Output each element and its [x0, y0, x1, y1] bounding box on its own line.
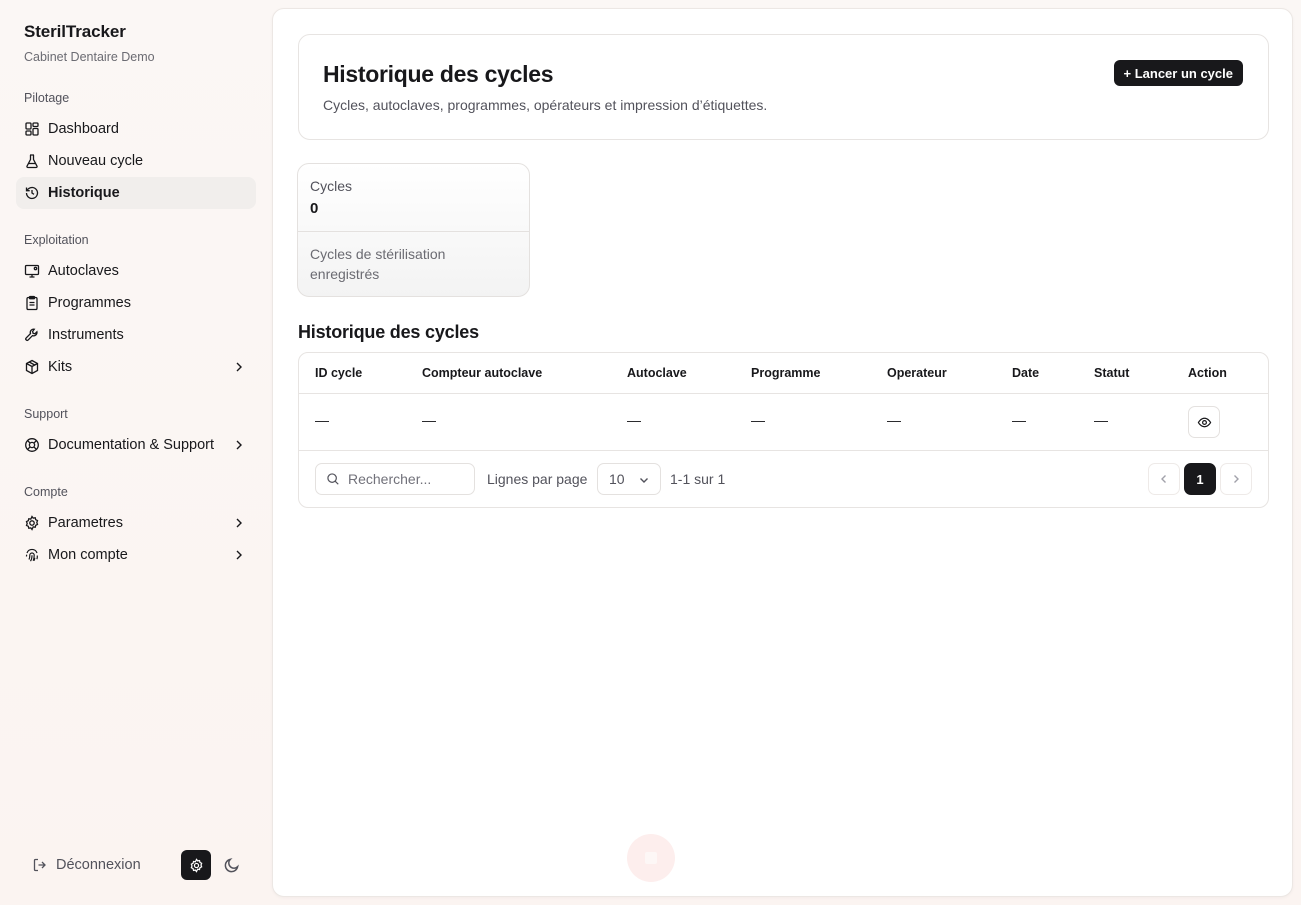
- sidebar-item-instruments[interactable]: Instruments: [16, 319, 256, 351]
- sidebar-item-autoclaves[interactable]: Autoclaves: [16, 255, 256, 287]
- chevron-left-icon: [1161, 475, 1166, 483]
- table-cell: —: [422, 412, 436, 428]
- gear-icon: [24, 515, 40, 531]
- chevron-down-icon: [640, 478, 648, 483]
- page-button-current[interactable]: 1: [1184, 463, 1216, 495]
- eye-icon: [1197, 417, 1211, 427]
- column-header[interactable]: Autoclave: [627, 366, 687, 380]
- sidebar-item-label: Nouveau cycle: [48, 153, 144, 169]
- logout-label: Déconnexion: [56, 857, 141, 873]
- previous-page-button[interactable]: [1148, 463, 1180, 495]
- pagination-range: 1-1 sur 1: [670, 471, 726, 487]
- rows-per-page-value: 10: [609, 471, 625, 487]
- column-header[interactable]: ID cycle: [315, 366, 362, 380]
- monitor-icon: [24, 263, 40, 279]
- sidebar-item-programmes[interactable]: Programmes: [16, 287, 256, 319]
- table-cell: —: [1012, 412, 1026, 428]
- sidebar-item-label: Mon compte: [48, 547, 128, 563]
- clipboard-icon: [24, 295, 40, 311]
- nav-group-label: Pilotage: [24, 91, 70, 105]
- nav-group-label: Exploitation: [24, 233, 89, 247]
- sidebar-item-label: Parametres: [48, 515, 123, 531]
- sidebar-item-dashboard[interactable]: Dashboard: [16, 113, 256, 145]
- chevron-right-icon: [236, 550, 242, 560]
- column-header[interactable]: Operateur: [887, 366, 947, 380]
- view-cycle-button[interactable]: [1188, 406, 1220, 438]
- cycles-stat-card: Cycles 0 Cycles de stérilisation enregis…: [297, 163, 530, 297]
- sidebar-item-nouveau-cycle[interactable]: Nouveau cycle: [16, 145, 256, 177]
- stat-value: 0: [310, 200, 319, 217]
- table-cell: —: [887, 412, 901, 428]
- sidebar-item-label: Kits: [48, 359, 73, 375]
- search-field[interactable]: [315, 463, 475, 495]
- main-panel: Historique des cycles Cycles, autoclaves…: [272, 8, 1293, 897]
- sidebar-item-label: Autoclaves: [48, 263, 119, 279]
- chevron-right-icon: [236, 518, 242, 528]
- column-header[interactable]: Programme: [751, 366, 820, 380]
- table-cell: —: [751, 412, 765, 428]
- sidebar-footer: Déconnexion: [16, 849, 256, 881]
- sidebar-item-label: Dashboard: [48, 121, 119, 137]
- settings-button[interactable]: [181, 850, 211, 880]
- search-input[interactable]: [348, 471, 458, 487]
- sidebar-item-label: Instruments: [48, 327, 124, 343]
- app-name: SterilTracker: [24, 22, 126, 41]
- sidebar-item-parametres[interactable]: Parametres: [16, 507, 256, 539]
- sidebar-item-label: Programmes: [48, 295, 131, 311]
- sidebar-item-historique[interactable]: Historique: [16, 177, 256, 209]
- stat-card-top: Cycles 0: [298, 164, 529, 232]
- flask-icon: [24, 153, 40, 169]
- table-cell: —: [627, 412, 641, 428]
- table-cell: —: [1094, 412, 1108, 428]
- logout-icon: [33, 858, 46, 872]
- logout-button[interactable]: Déconnexion: [16, 857, 141, 873]
- floating-record-button[interactable]: [627, 834, 675, 882]
- launch-cycle-button[interactable]: + Lancer un cycle: [1113, 60, 1243, 86]
- cycles-table: ID cycle Compteur autoclave Autoclave Pr…: [298, 352, 1269, 508]
- rows-per-page-select[interactable]: 10: [597, 463, 661, 495]
- nav-group-label: Support: [24, 407, 68, 421]
- page-title: Historique des cycles: [323, 61, 554, 87]
- column-header[interactable]: Statut: [1094, 366, 1129, 380]
- package-icon: [24, 359, 40, 375]
- wrench-icon: [24, 327, 40, 343]
- column-header: Action: [1188, 366, 1227, 380]
- sidebar-item-label: Historique: [48, 185, 120, 201]
- stat-description: Cycles de stérilisation enregistrés: [310, 246, 446, 282]
- column-header[interactable]: Date: [1012, 366, 1039, 380]
- dashboard-icon: [24, 121, 40, 137]
- page-subtitle: Cycles, autoclaves, programmes, opérateu…: [323, 97, 768, 113]
- section-title: Historique des cycles: [298, 322, 479, 342]
- next-page-button[interactable]: [1220, 463, 1252, 495]
- chevron-right-icon: [1234, 475, 1239, 483]
- stop-square-icon: [645, 852, 657, 864]
- sidebar-item-label: Documentation & Support: [48, 437, 215, 453]
- rows-per-page-label: Lignes par page: [487, 471, 588, 487]
- stat-label: Cycles: [310, 178, 353, 194]
- page-header-card: Historique des cycles Cycles, autoclaves…: [298, 34, 1269, 140]
- sidebar-item-kits[interactable]: Kits: [16, 351, 256, 383]
- dark-mode-toggle-moon-icon[interactable]: [223, 856, 241, 874]
- nav-group-label: Compte: [24, 485, 68, 499]
- sidebar-item-documentation[interactable]: Documentation & Support: [16, 429, 256, 461]
- fingerprint-icon: [24, 547, 40, 563]
- table-cell: —: [315, 412, 329, 428]
- table-header: ID cycle Compteur autoclave Autoclave Pr…: [299, 353, 1268, 394]
- history-icon: [24, 185, 40, 201]
- search-icon: [327, 473, 339, 485]
- gear-icon: [190, 857, 202, 873]
- chevron-right-icon: [236, 362, 242, 372]
- app-subtitle: Cabinet Dentaire Demo: [24, 50, 155, 64]
- table-row[interactable]: — — — — — — —: [299, 394, 1268, 451]
- lifebuoy-icon: [24, 437, 40, 453]
- chevron-right-icon: [236, 440, 242, 450]
- column-header[interactable]: Compteur autoclave: [422, 366, 542, 380]
- sidebar: SterilTracker Cabinet Dentaire Demo Pilo…: [0, 0, 272, 905]
- sidebar-item-mon-compte[interactable]: Mon compte: [16, 539, 256, 571]
